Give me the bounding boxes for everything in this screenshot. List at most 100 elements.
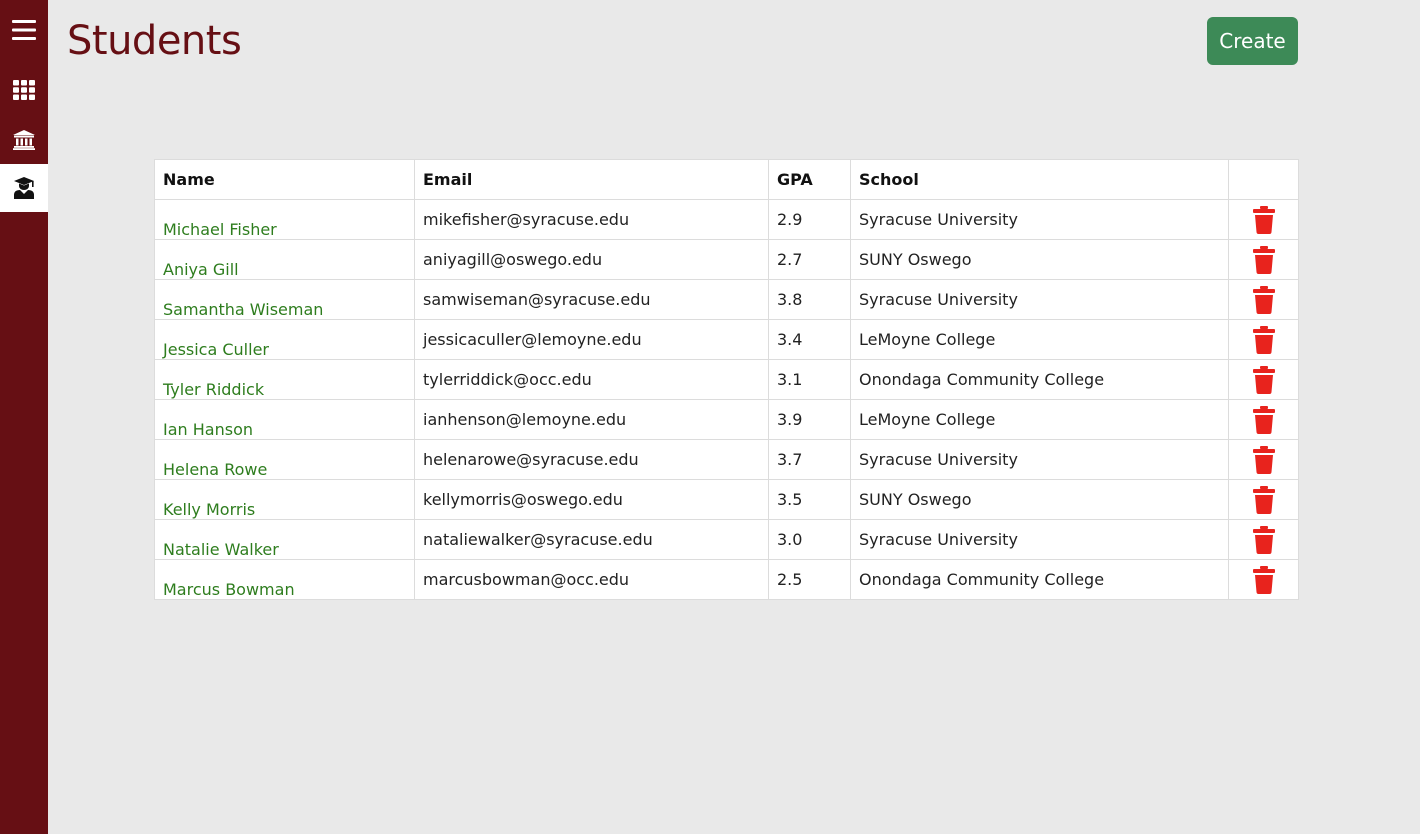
student-gpa: 3.5 (768, 479, 851, 520)
students-table: Name Email GPA School Michael Fisher mike… (154, 159, 1299, 600)
delete-cell (1228, 199, 1299, 240)
student-email: marcusbowman@occ.edu (414, 559, 769, 600)
hamburger-menu-icon (12, 20, 36, 40)
student-name-cell: Jessica Culler (154, 319, 415, 360)
delete-button[interactable] (1252, 325, 1275, 354)
delete-cell (1228, 519, 1299, 560)
student-gpa: 3.0 (768, 519, 851, 560)
student-school: SUNY Oswego (850, 479, 1229, 520)
student-email: jessicaculler@lemoyne.edu (414, 319, 769, 360)
column-header-school[interactable]: School (850, 159, 1229, 200)
sidebar-item-dashboard[interactable] (0, 66, 48, 114)
delete-button[interactable] (1252, 205, 1275, 234)
trash-icon (1252, 485, 1275, 514)
student-gpa: 3.4 (768, 319, 851, 360)
trash-icon (1252, 285, 1275, 314)
student-name-link[interactable]: Marcus Bowman (163, 580, 295, 599)
student-name-link[interactable]: Aniya Gill (163, 260, 239, 279)
sidebar (0, 0, 48, 834)
student-email: mikefisher@syracuse.edu (414, 199, 769, 240)
delete-cell (1228, 399, 1299, 440)
table-header-row: Name Email GPA School (154, 159, 1299, 200)
student-gpa: 3.7 (768, 439, 851, 480)
student-school: Syracuse University (850, 199, 1229, 240)
student-school: LeMoyne College (850, 399, 1229, 440)
student-name-cell: Natalie Walker (154, 519, 415, 560)
student-school: Onondaga Community College (850, 559, 1229, 600)
column-header-email[interactable]: Email (414, 159, 769, 200)
student-name-cell: Tyler Riddick (154, 359, 415, 400)
delete-button[interactable] (1252, 365, 1275, 394)
table-row: Ian Hanson ianhenson@lemoyne.edu 3.9 LeMoyn… (154, 399, 1299, 440)
student-name-cell: Samantha Wiseman (154, 279, 415, 320)
delete-cell (1228, 239, 1299, 280)
table-row: Natalie Walker nataliewalker@syracuse.edu… (154, 519, 1299, 560)
trash-icon (1252, 525, 1275, 554)
sidebar-item-schools[interactable] (0, 116, 48, 164)
table-row: Marcus Bowman marcusbowman@occ.edu 2.5 Onon… (154, 559, 1299, 600)
trash-icon (1252, 205, 1275, 234)
student-email: aniyagill@oswego.edu (414, 239, 769, 280)
delete-button[interactable] (1252, 525, 1275, 554)
table-row: Jessica Culler jessicaculler@lemoyne.edu 3… (154, 319, 1299, 360)
bank-building-icon (13, 130, 35, 150)
trash-icon (1252, 325, 1275, 354)
delete-button[interactable] (1252, 445, 1275, 474)
delete-button[interactable] (1252, 565, 1275, 594)
student-email: samwiseman@syracuse.edu (414, 279, 769, 320)
table-row: Michael Fisher mikefisher@syracuse.edu 2.9… (154, 199, 1299, 240)
delete-button[interactable] (1252, 485, 1275, 514)
student-school: Syracuse University (850, 519, 1229, 560)
student-gpa: 3.1 (768, 359, 851, 400)
create-button[interactable]: Create (1207, 17, 1298, 65)
student-school: Syracuse University (850, 279, 1229, 320)
student-name-link[interactable]: Jessica Culler (163, 340, 269, 359)
student-gpa: 3.8 (768, 279, 851, 320)
student-school: LeMoyne College (850, 319, 1229, 360)
table-row: Aniya Gill aniyagill@oswego.edu 2.7 SUNY Os… (154, 239, 1299, 280)
student-name-cell: Ian Hanson (154, 399, 415, 440)
column-header-name[interactable]: Name (154, 159, 415, 200)
trash-icon (1252, 565, 1275, 594)
trash-icon (1252, 405, 1275, 434)
student-name-cell: Kelly Morris (154, 479, 415, 520)
student-gpa: 3.9 (768, 399, 851, 440)
student-name-link[interactable]: Natalie Walker (163, 540, 279, 559)
delete-cell (1228, 319, 1299, 360)
graduate-icon (14, 177, 34, 199)
student-name-link[interactable]: Tyler Riddick (163, 380, 264, 399)
delete-cell (1228, 359, 1299, 400)
grid-icon (13, 80, 35, 100)
student-email: nataliewalker@syracuse.edu (414, 519, 769, 560)
column-header-actions (1228, 159, 1299, 200)
student-name-link[interactable]: Kelly Morris (163, 500, 255, 519)
student-gpa: 2.9 (768, 199, 851, 240)
student-name-link[interactable]: Samantha Wiseman (163, 300, 323, 319)
delete-cell (1228, 279, 1299, 320)
delete-cell (1228, 439, 1299, 480)
student-email: tylerriddick@occ.edu (414, 359, 769, 400)
delete-button[interactable] (1252, 405, 1275, 434)
student-name-link[interactable]: Helena Rowe (163, 460, 267, 479)
trash-icon (1252, 365, 1275, 394)
table-row: Kelly Morris kellymorris@oswego.edu 3.5 SUN… (154, 479, 1299, 520)
student-gpa: 2.5 (768, 559, 851, 600)
student-email: helenarowe@syracuse.edu (414, 439, 769, 480)
student-school: Syracuse University (850, 439, 1229, 480)
student-gpa: 2.7 (768, 239, 851, 280)
sidebar-menu-button[interactable] (0, 6, 48, 54)
delete-button[interactable] (1252, 285, 1275, 314)
student-school: Onondaga Community College (850, 359, 1229, 400)
student-name-cell: Michael Fisher (154, 199, 415, 240)
delete-cell (1228, 479, 1299, 520)
delete-button[interactable] (1252, 245, 1275, 274)
delete-cell (1228, 559, 1299, 600)
sidebar-item-students[interactable] (0, 164, 48, 212)
student-name-link[interactable]: Michael Fisher (163, 220, 277, 239)
student-name-link[interactable]: Ian Hanson (163, 420, 253, 439)
column-header-gpa[interactable]: GPA (768, 159, 851, 200)
table-row: Tyler Riddick tylerriddick@occ.edu 3.1 Onon… (154, 359, 1299, 400)
table-row: Helena Rowe helenarowe@syracuse.edu 3.7 Syr… (154, 439, 1299, 480)
trash-icon (1252, 245, 1275, 274)
student-email: ianhenson@lemoyne.edu (414, 399, 769, 440)
